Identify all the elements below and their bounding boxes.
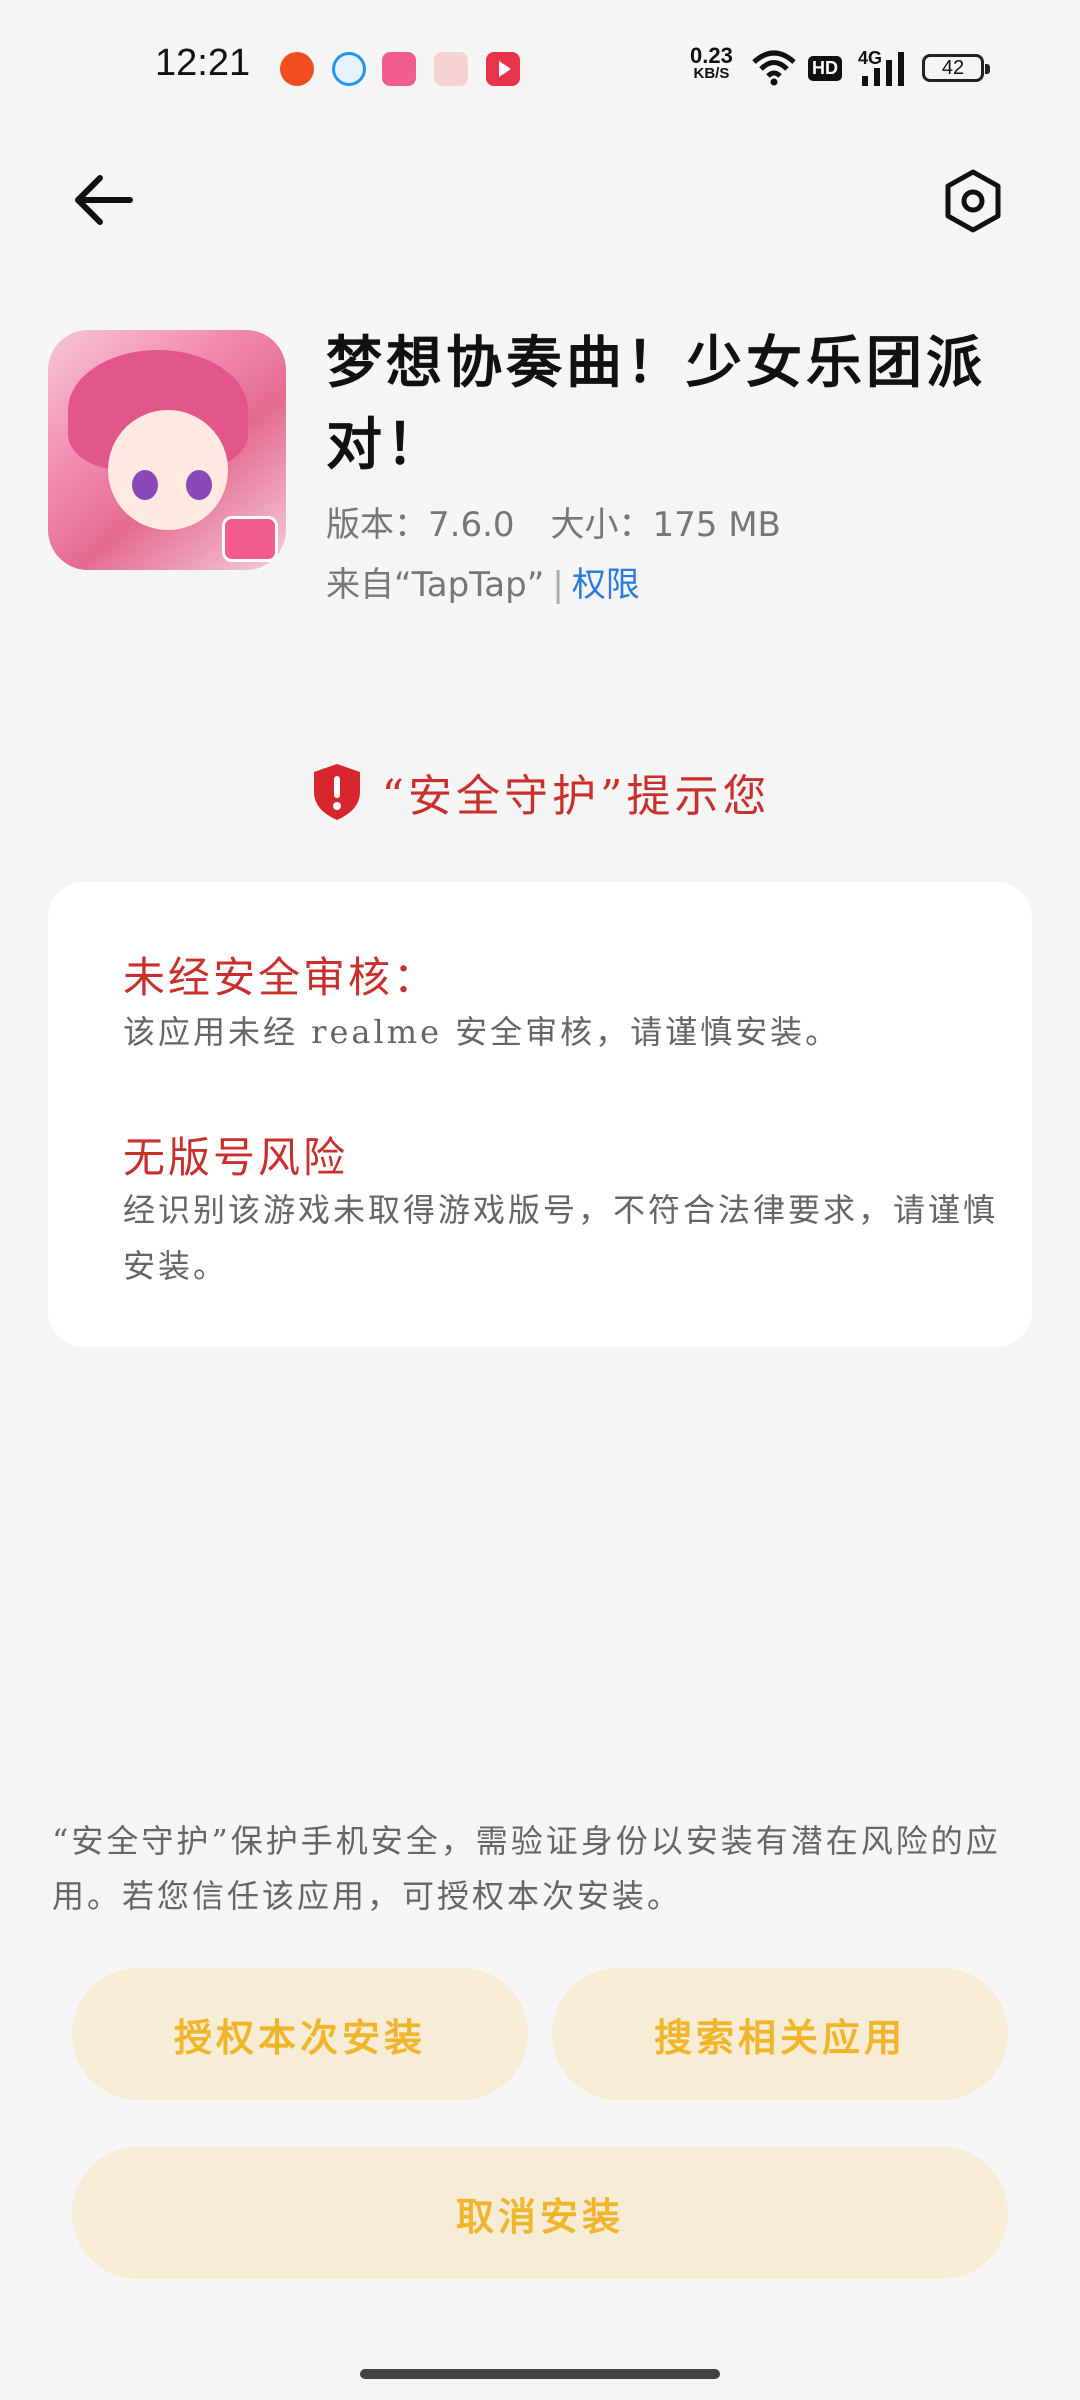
app-size: 大小：175 MB	[550, 505, 781, 545]
authorize-install-button[interactable]: 授权本次安装	[72, 1968, 528, 2100]
hd-badge: HD	[808, 56, 842, 81]
shield-alert-icon	[313, 764, 360, 820]
app-meta: 版本：7.6.0 大小：175 MB	[326, 497, 817, 546]
cancel-install-button[interactable]: 取消安装	[72, 2147, 1008, 2279]
signal-icon	[862, 52, 904, 86]
notification-app-icon	[280, 52, 314, 86]
notification-bilibili-icon	[382, 52, 416, 86]
risk-title-no-license: 无版号风险	[123, 1133, 349, 1182]
app-title: 梦想协奏曲！少女乐团派对！	[326, 330, 986, 478]
notification-browser-icon	[332, 52, 366, 86]
notification-game-icon	[434, 52, 468, 86]
security-note: “安全守护”保护手机安全，需验证身份以安装有潜在风险的应用。若您信任该应用，可授…	[52, 1822, 1001, 1915]
bilibili-tv-icon	[222, 516, 278, 562]
source-separator: |	[552, 565, 564, 605]
search-related-apps-button[interactable]: 搜索相关应用	[552, 1968, 1008, 2100]
risk-card: 未经安全审核： 该应用未经 realme 安全审核，请谨慎安装。 无版号风险 经…	[48, 882, 1032, 1347]
app-source: 来自“TapTap” | 权限	[326, 557, 640, 606]
security-warning-header: “安全守护”提示您	[0, 760, 1080, 824]
warning-title: “安全守护”提示您	[381, 771, 771, 822]
source-text: 来自“TapTap”	[326, 565, 545, 605]
net-speed-value: 0.23	[690, 43, 733, 68]
net-speed-unit: KB/S	[693, 65, 730, 82]
status-time: 12:21	[155, 42, 251, 84]
risk-desc-no-license: 经识别该游戏未取得游戏版号，不符合法律要求，请谨慎安装。	[123, 1191, 999, 1285]
app-icon	[48, 330, 286, 570]
home-indicator[interactable]	[360, 2369, 720, 2379]
net-speed: 0.23 KB/S	[690, 43, 733, 83]
app-version: 版本：7.6.0	[326, 505, 515, 545]
risk-title-unreviewed: 未经安全审核：	[123, 953, 439, 1002]
wifi-icon	[752, 50, 796, 86]
notification-video-icon	[486, 52, 520, 86]
battery-icon: 42	[922, 54, 990, 82]
settings-icon[interactable]	[940, 168, 1006, 234]
permissions-link[interactable]: 权限	[572, 565, 640, 605]
back-arrow-icon[interactable]	[70, 170, 140, 230]
risk-desc-unreviewed: 该应用未经 realme 安全审核，请谨慎安装。	[123, 1013, 841, 1051]
